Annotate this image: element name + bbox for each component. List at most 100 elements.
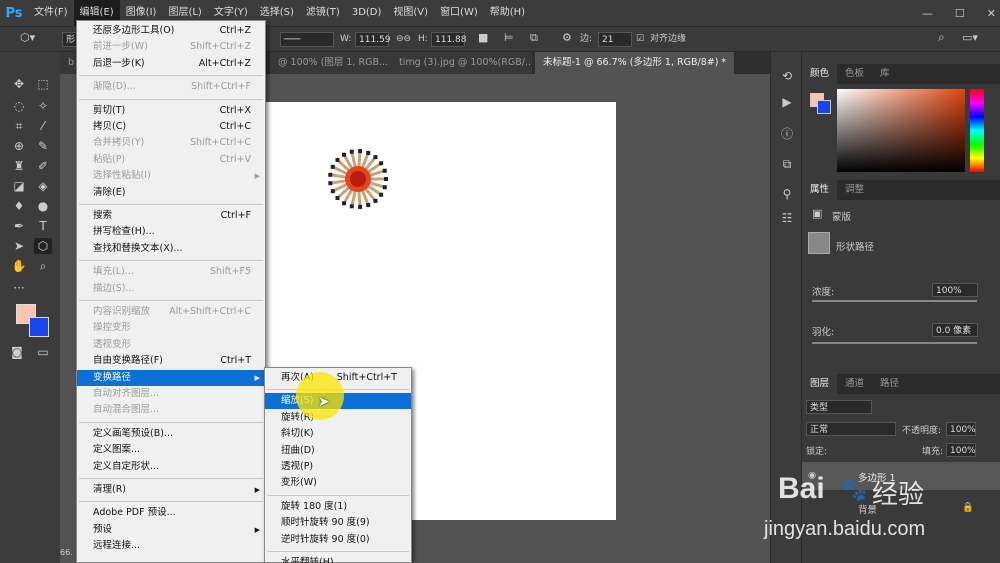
tab-properties[interactable]: 属性 [802,180,838,200]
more-tools-icon[interactable]: ··· [10,280,28,296]
workspace-icon[interactable]: ▭▾ [962,30,978,45]
gear-icon[interactable]: ⚙ [562,30,572,45]
pen-tool-icon[interactable]: ✒ [10,218,28,234]
lasso-tool-icon[interactable]: ◌ [10,98,28,114]
menu-item[interactable]: 自动对齐图层... [77,386,265,402]
menu-item[interactable]: 预设 ▶ [77,522,265,538]
eraser-icon[interactable]: ◪ [10,178,28,194]
menu-item[interactable]: 远程连接... [77,538,265,554]
menu-0[interactable]: 文件(F) [28,0,74,26]
layer-filter-select[interactable]: 类型 [806,400,872,414]
path-selection-icon[interactable]: ➤ [10,238,28,254]
move-tool-icon[interactable]: ✥ [10,76,28,92]
menu-item[interactable]: 拼写检查(H)... [77,224,265,240]
polygon-shape[interactable] [323,144,393,214]
menu-item[interactable]: 自由变换路径(F) Ctrl+T [77,353,265,369]
menu-item[interactable]: 自动混合图层... [77,402,265,418]
menu-item[interactable]: 选择性粘贴(I) ▶ [77,168,265,184]
menu-item[interactable]: 后退一步(K) Alt+Ctrl+Z [77,56,265,72]
info-icon[interactable]: ⓘ [779,126,795,142]
menu-item[interactable]: 逆时针旋转 90 度(0) [265,532,411,548]
panel-bg-swatch[interactable] [817,100,831,114]
screen-mode-icon[interactable]: ▭ [34,344,52,360]
marquee-tool-icon[interactable]: ⬚ [34,76,52,92]
document-tab-active[interactable]: 未标题-1 @ 66.7% (多边形 1, RGB/8#) * [535,52,735,74]
menu-item[interactable]: 渐隐(D)... Shift+Ctrl+F [77,79,265,95]
tab-color[interactable]: 颜色 [802,64,838,84]
menu-10[interactable]: 帮助(H) [484,0,531,26]
menu-item[interactable]: 还原多边形工具(O) Ctrl+Z [77,23,265,39]
clone-stamp-icon[interactable]: ♜ [10,158,28,174]
height-field[interactable]: 111.88 [431,32,467,47]
blur-tool-icon[interactable]: ♦ [10,198,28,214]
menu-item[interactable]: 旋转(R) [265,410,411,426]
menu-item[interactable]: 剪切(T) Ctrl+X [77,103,265,119]
document-tab[interactable]: b [60,52,77,74]
tab-adjustments[interactable]: 调整 [837,180,872,200]
clone-source-icon[interactable]: ⧉ [779,156,795,172]
menu-item[interactable]: 描边(S)... [77,281,265,297]
menu-item[interactable]: 透视变形 [77,337,265,353]
tab-channels[interactable]: 通道 [837,374,872,394]
menu-item[interactable]: 透视(P) [265,459,411,475]
menu-item[interactable]: 粘贴(P) Ctrl+V [77,152,265,168]
background-color-swatch[interactable] [29,317,49,337]
menu-item[interactable]: 前进一步(W) Shift+Ctrl+Z [77,39,265,55]
brush-settings-icon[interactable]: ⚲ [779,186,795,202]
feather-slider[interactable] [812,342,977,344]
blend-mode-select[interactable]: 正常 [806,422,896,436]
feather-field[interactable]: 0.0 像素 [932,323,978,337]
align-edges-checkbox[interactable]: ☑ [636,32,644,47]
tab-layers[interactable]: 图层 [802,374,838,394]
sides-field[interactable]: 21 [598,32,632,47]
menu-item[interactable]: 定义自定形状... [77,459,265,475]
menu-item[interactable]: 定义图案... [77,442,265,458]
menu-item[interactable]: 清理(R) ▶ [77,482,265,498]
search-icon[interactable]: ⌕ [938,30,945,45]
width-field[interactable]: 111.59 [355,32,391,47]
adjustments-icon[interactable]: ☷ [779,210,795,226]
menu-item[interactable]: 填充(L)... Shift+F5 [77,264,265,280]
tab-libraries[interactable]: 库 [872,64,898,84]
menu-8[interactable]: 视图(V) [387,0,434,26]
history-panel-icon[interactable]: ⟲ [779,68,795,84]
density-field[interactable]: 100% [932,283,978,297]
menu-item[interactable]: 拷贝(C) Ctrl+C [77,119,265,135]
menu-item[interactable]: 斜切(K) [265,426,411,442]
zoom-tool-icon[interactable]: ⌕ [34,258,52,274]
crop-tool-icon[interactable]: ⌗ [10,118,28,134]
menu-item[interactable]: 搜索 Ctrl+F [77,208,265,224]
tab-paths[interactable]: 路径 [872,374,907,394]
path-alignment-icon[interactable]: ⊨ [504,30,514,45]
history-brush-icon[interactable]: ✐ [34,158,52,174]
close-icon[interactable]: ✕ [987,7,996,20]
menu-item[interactable]: 扭曲(D) [265,443,411,459]
brush-tool-icon[interactable]: ✎ [34,138,52,154]
menu-item[interactable]: 顺时针旋转 90 度(9) [265,515,411,531]
color-field[interactable] [837,89,965,172]
menu-item[interactable]: 变换路径 ▶ [77,369,265,386]
magic-wand-icon[interactable]: ✧ [34,98,52,114]
maximize-icon[interactable]: ☐ [955,7,965,20]
link-icon[interactable]: ⊖⊖ [396,32,411,47]
density-slider[interactable] [812,300,977,302]
paint-bucket-icon[interactable]: ◈ [34,178,52,194]
healing-brush-icon[interactable]: ⊕ [10,138,28,154]
eyedropper-icon[interactable]: ⁄ [34,118,52,134]
menu-item[interactable]: 定义画笔预设(B)... [77,426,265,442]
type-tool-icon[interactable]: T [34,218,52,234]
menu-9[interactable]: 窗口(W) [434,0,484,26]
stroke-type-select[interactable]: ─── [280,32,334,47]
dodge-tool-icon[interactable]: ● [34,198,52,214]
menu-item[interactable]: 合并拷贝(Y) Shift+Ctrl+C [77,135,265,151]
menu-6[interactable]: 滤镜(T) [300,0,346,26]
quick-mask-icon[interactable]: ◙ [8,344,26,360]
menu-item[interactable]: 水平翻转(H) [265,555,411,563]
menu-item[interactable]: Adobe PDF 预设... [77,505,265,521]
polygon-tool-icon[interactable]: ⬡ [34,238,52,254]
path-operations-icon[interactable]: ■ [478,30,488,45]
hand-tool-icon[interactable]: ✋ [10,258,28,274]
hue-slider[interactable] [970,89,984,172]
path-arrangement-icon[interactable]: ⧉ [530,30,538,45]
menu-item[interactable]: 操控变形 [77,320,265,336]
